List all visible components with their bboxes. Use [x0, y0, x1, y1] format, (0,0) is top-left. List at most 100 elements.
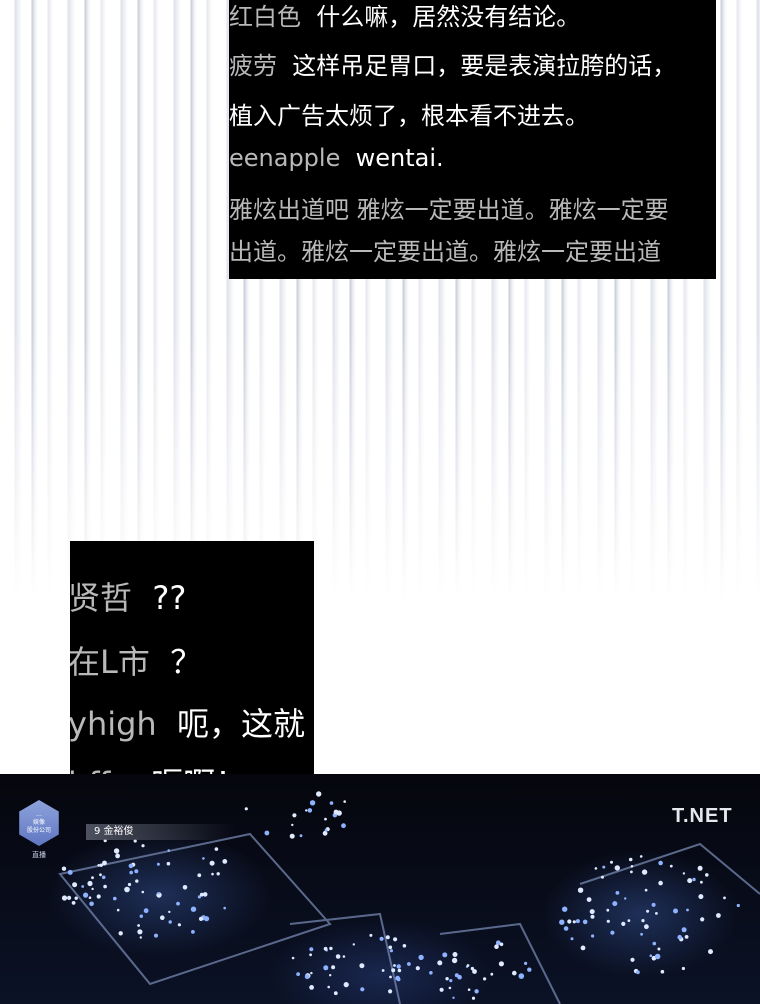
light-dot	[299, 834, 303, 838]
light-dot	[651, 902, 656, 907]
chat-line: 植入广告太烦了，根本看不进去。	[229, 96, 589, 131]
light-dot	[494, 944, 499, 949]
chat-message: ？	[170, 643, 203, 681]
light-dot	[322, 830, 328, 836]
light-dot	[640, 932, 643, 936]
light-dot	[602, 865, 606, 869]
light-dot	[630, 865, 634, 868]
light-dot	[589, 909, 595, 915]
light-dot	[698, 894, 704, 900]
light-dot	[527, 967, 532, 972]
light-dot	[88, 896, 92, 899]
light-dot	[223, 906, 226, 910]
light-dot	[81, 885, 85, 888]
light-dot	[160, 915, 165, 920]
light-dot	[580, 945, 586, 951]
light-dot	[448, 986, 452, 990]
light-dot	[681, 966, 686, 971]
light-dot	[641, 919, 645, 923]
light-dot	[309, 947, 314, 952]
light-dot	[669, 864, 673, 868]
light-dot	[559, 919, 565, 925]
light-dot	[113, 848, 120, 854]
light-dot	[562, 906, 568, 912]
tnet-logo: T.NET	[672, 805, 733, 827]
light-dot	[333, 991, 338, 996]
light-dot	[705, 873, 709, 877]
light-dot	[331, 965, 336, 970]
light-dot	[563, 926, 569, 931]
chat-message: 呃，这就	[177, 705, 306, 743]
light-dot	[684, 935, 689, 939]
light-dot	[329, 946, 333, 951]
light-dot	[141, 844, 145, 848]
light-dot	[452, 996, 455, 999]
light-dot	[498, 961, 504, 967]
light-dot	[113, 896, 117, 901]
light-dot	[67, 895, 72, 900]
chat-message: 雅炫出道吧 雅炫一定要出道。雅炫一定要	[229, 196, 669, 224]
light-dot	[96, 894, 101, 899]
light-dot	[352, 943, 355, 946]
light-dot	[628, 857, 633, 862]
light-dot	[658, 860, 663, 866]
light-dot	[590, 914, 595, 919]
light-dot	[736, 903, 740, 908]
light-dot	[402, 944, 407, 948]
light-dot	[71, 901, 76, 905]
chat-message: 植入广告太烦了，根本看不进去。	[229, 102, 589, 130]
light-dot	[570, 937, 574, 941]
light-dot	[649, 954, 653, 957]
light-dot	[687, 878, 693, 884]
light-dot	[630, 870, 633, 874]
light-dot	[91, 876, 94, 880]
light-dot	[101, 875, 106, 880]
chat-line: 雅炫出道吧 雅炫一定要出道。雅炫一定要	[229, 190, 669, 225]
light-dot	[341, 823, 346, 829]
chat-username: yhigh	[70, 705, 157, 743]
chat-line: eenapple wentai.	[229, 144, 444, 172]
light-dot	[296, 972, 300, 976]
light-dot	[388, 945, 393, 950]
light-dot	[524, 961, 528, 965]
light-dot	[723, 896, 726, 900]
light-dot	[657, 947, 661, 951]
light-dot	[654, 953, 661, 960]
light-dot	[143, 908, 149, 914]
contestant-name-tag: 9 金裕俊	[86, 824, 234, 840]
light-dot	[168, 910, 171, 914]
light-dot	[639, 855, 643, 858]
light-dot	[700, 880, 703, 884]
light-dot	[177, 923, 181, 927]
light-dot	[292, 813, 297, 818]
light-dot	[716, 913, 721, 918]
light-dot	[470, 966, 475, 971]
light-dot	[418, 954, 424, 961]
light-dot	[182, 885, 188, 890]
light-dot	[222, 859, 228, 864]
chat-username: eenapple	[229, 144, 341, 172]
light-dot	[586, 897, 592, 902]
light-dot	[393, 937, 398, 942]
light-dot	[612, 901, 618, 907]
light-dot	[449, 979, 453, 983]
light-dot	[309, 953, 312, 957]
light-dot	[327, 985, 331, 989]
light-dot	[644, 888, 648, 892]
light-dot	[135, 879, 139, 883]
light-dot	[91, 887, 94, 891]
light-dot	[393, 964, 396, 967]
chat-message: wentai.	[355, 144, 444, 172]
light-dot	[67, 869, 73, 875]
light-dot	[137, 924, 141, 927]
light-dot	[391, 968, 396, 973]
light-dot	[323, 946, 328, 951]
light-dot	[379, 936, 384, 941]
light-dot	[316, 791, 322, 797]
light-dot	[594, 867, 598, 870]
light-dot	[466, 964, 470, 967]
light-dot	[606, 908, 610, 912]
chat-username: 疲劳	[229, 52, 277, 80]
light-dot	[396, 964, 401, 969]
light-dot	[582, 919, 588, 925]
